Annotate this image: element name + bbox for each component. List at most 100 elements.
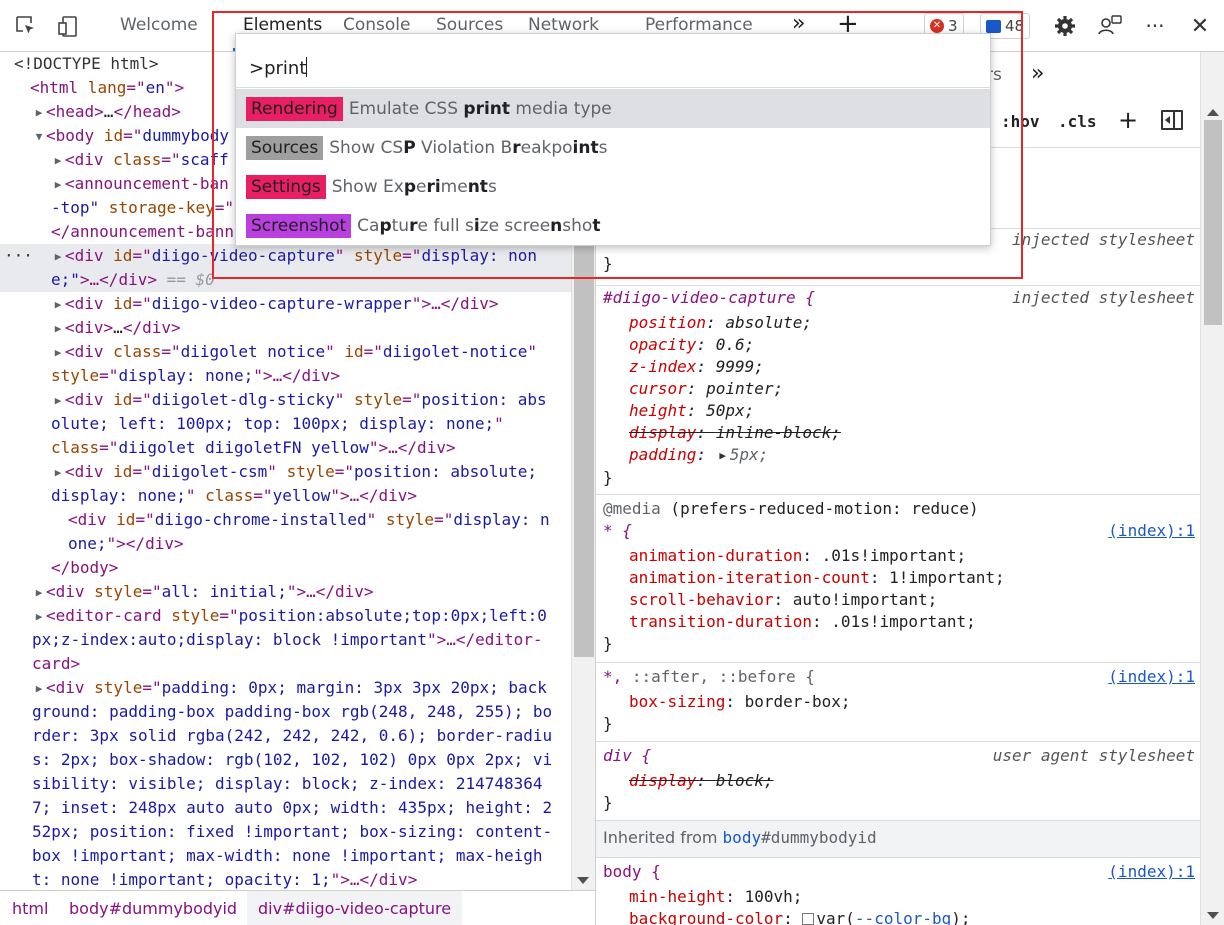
style-declaration[interactable]: height: 50px;	[629, 400, 754, 422]
rule-selector-video-capture[interactable]: #diigo-video-capture {	[603, 287, 815, 309]
tree-selected-node[interactable]: ··· ▶ <div id="diigo-video-capture" style…	[0, 244, 571, 268]
expand-triangle-icon[interactable]: ▶	[51, 341, 65, 365]
style-declaration[interactable]: background-color: var(--color-bg);	[629, 908, 971, 925]
tab-elements[interactable]: Elements	[243, 15, 322, 35]
more-options-icon[interactable]: ···	[1141, 12, 1169, 40]
style-declaration-overridden[interactable]: display: block;	[629, 770, 774, 792]
device-toolbar-icon[interactable]	[55, 12, 83, 40]
rule-close-brace: }	[603, 714, 613, 733]
breadcrumb-div-selected[interactable]: div#diigo-video-capture	[258, 899, 451, 918]
expand-triangle-icon[interactable]: ▶	[51, 317, 65, 341]
rule-selector-universal[interactable]: * {	[603, 520, 632, 542]
close-icon[interactable]: ✕	[1186, 12, 1214, 40]
style-declaration[interactable]: position: absolute;	[629, 312, 812, 334]
styles-scrollbar-thumb[interactable]	[1204, 120, 1222, 325]
style-declaration[interactable]: animation-iteration-count: 1!important;	[629, 567, 1005, 589]
style-declaration[interactable]: animation-duration: .01s!important;	[629, 545, 966, 567]
tree-diigolet-csm-cont: display: none;" class="yellow">…</div>	[51, 486, 418, 505]
style-declaration[interactable]: opacity: 0.6;	[629, 334, 754, 356]
rule-selector-div[interactable]: div {	[603, 745, 651, 767]
rule-source-link[interactable]: (index):1	[1108, 861, 1195, 883]
command-item-label: Capture full size screenshot	[357, 215, 601, 236]
tree-diigolet-sticky-cont: olute; left: 100px; top: 100px; display:…	[51, 414, 504, 433]
message-icon	[986, 19, 1001, 33]
expand-triangle-icon[interactable]: ▶	[51, 149, 65, 173]
tree-diigolet-csm[interactable]: ▶ <div id="diigolet-csm" style="position:…	[51, 460, 571, 484]
expand-triangle-icon[interactable]: ▶	[32, 101, 46, 125]
tree-div-padding-cont: rder: 3px solid rgba(242, 242, 242, 0.6)…	[32, 726, 553, 745]
rule-selector-pseudo[interactable]: *, ::after, ::before {	[603, 666, 815, 688]
styles-scrollbar[interactable]	[1200, 52, 1224, 925]
expand-triangle-icon[interactable]: ▶	[51, 389, 65, 413]
style-declaration[interactable]: z-index: 9999;	[629, 356, 764, 378]
command-item-show-experiments[interactable]: Settings Show Experiments	[236, 167, 990, 206]
command-item-csp-breakpoints[interactable]: Sources Show CSP Violation Breakpoints	[236, 128, 990, 167]
media-query: @media (prefers-reduced-motion: reduce)	[603, 499, 979, 518]
rule-close-brace: }	[603, 254, 613, 273]
rule-source-link[interactable]: (index):1	[1108, 666, 1195, 688]
style-declaration[interactable]: scroll-behavior: auto!important;	[629, 589, 937, 611]
collapse-triangle-icon[interactable]: ▼	[32, 125, 46, 149]
tree-div-padding-cont: ground: padding-box padding-box rgb(248,…	[32, 702, 553, 721]
rule-source-link[interactable]: (index):1	[1108, 520, 1195, 542]
connected-users-icon[interactable]	[1096, 12, 1124, 40]
color-swatch-icon[interactable]	[802, 913, 815, 925]
command-item-capture-screenshot[interactable]: Screenshot Capture full size screenshot	[236, 206, 990, 245]
rule-close-brace: }	[603, 468, 613, 487]
node-actions-icon[interactable]: ···	[4, 244, 33, 268]
breadcrumb-html[interactable]: html	[12, 899, 48, 918]
tab-network[interactable]: Network	[528, 15, 599, 35]
command-category-badge: Rendering	[246, 96, 343, 121]
tab-welcome[interactable]: Welcome	[120, 15, 198, 35]
tree-video-capture-wrapper[interactable]: ▶ <div id="diigo-video-capture-wrapper">……	[51, 292, 571, 316]
scroll-down-arrow-icon[interactable]	[577, 877, 589, 884]
expand-triangle-icon[interactable]: ▶	[32, 677, 46, 701]
style-declaration[interactable]: padding: ▶ 5px;	[629, 444, 768, 466]
rule-selector-body[interactable]: body {	[603, 861, 661, 883]
command-category-badge: Settings	[246, 174, 326, 199]
breadcrumb: html body#dummybodyid div#diigo-video-ca…	[0, 890, 595, 925]
command-item-emulate-print[interactable]: Rendering Emulate CSS print media type	[236, 89, 990, 128]
expand-triangle-icon[interactable]: ▶	[32, 581, 46, 605]
tree-div-empty[interactable]: ▶ <div>…</div>	[51, 316, 571, 340]
breadcrumb-body[interactable]: body#dummybodyid	[69, 899, 237, 918]
style-declaration[interactable]: box-sizing: border-box;	[629, 691, 851, 713]
tab-sources[interactable]: Sources	[436, 15, 503, 35]
expand-triangle-icon[interactable]: ▶	[32, 605, 46, 629]
style-declaration[interactable]: min-height: 100vh;	[629, 886, 802, 908]
tree-diigolet-notice[interactable]: ▶ <div class="diigolet notice" id="diigol…	[51, 340, 571, 364]
tree-div-padding-cont: 52px; position: fixed !important; box-si…	[32, 822, 553, 841]
tree-diigolet-sticky-class: class="diigolet diigoletFN yellow">…</di…	[51, 438, 456, 457]
expand-shorthand-triangle-icon[interactable]: ▶	[716, 445, 730, 467]
scroll-down-arrow-icon[interactable]	[1207, 912, 1219, 919]
tab-performance[interactable]: Performance	[645, 15, 753, 35]
tree-diigolet-sticky[interactable]: ▶ <div id="diigolet-dlg-sticky" style="po…	[51, 388, 571, 412]
tree-div-padding-cont: 7; inset: 248px auto auto 0px; width: 43…	[32, 798, 553, 817]
tree-div-all-initial[interactable]: ▶ <div style="all: initial;">…</div>	[32, 580, 571, 604]
expand-triangle-icon[interactable]: ▶	[51, 461, 65, 485]
style-declaration-overridden[interactable]: display: inline-block;	[629, 422, 841, 444]
command-menu-input[interactable]: >print	[236, 34, 990, 88]
tree-div-padding-cont: sibility: visible; display: block; z-ind…	[32, 774, 543, 793]
tree-div-padding[interactable]: ▶ <div style="padding: 0px; margin: 3px 3…	[32, 676, 571, 700]
tree-diigo-chrome-installed[interactable]: <div id="diigo-chrome-installed" style="…	[68, 508, 571, 532]
style-declaration[interactable]: transition-duration: .01s!important;	[629, 611, 976, 633]
rule-source-injected: injected stylesheet	[1011, 230, 1195, 249]
tree-selected-node-cont[interactable]: e;">…</div> == $0	[0, 268, 571, 292]
inherited-from-header: Inherited from body#dummybodyid	[596, 821, 1200, 857]
command-category-badge: Sources	[246, 135, 324, 160]
tree-editor-card-close: card>	[32, 654, 81, 673]
tree-diigolet-notice-cont: style="display: none;">…</div>	[51, 366, 340, 385]
scroll-up-arrow-icon[interactable]	[1207, 109, 1219, 116]
inspect-element-icon[interactable]	[12, 12, 40, 40]
tree-editor-card[interactable]: ▶ <editor-card style="position:absolute;t…	[32, 604, 571, 628]
tab-console[interactable]: Console	[343, 15, 411, 35]
messages-count: 48	[1005, 17, 1025, 35]
command-category-badge: Screenshot	[246, 213, 352, 238]
style-declaration[interactable]: cursor: pointer;	[629, 378, 783, 400]
inherited-node-link[interactable]: body#dummybodyid	[723, 828, 877, 847]
expand-triangle-icon[interactable]: ▶	[51, 293, 65, 317]
expand-triangle-icon[interactable]: ▶	[51, 173, 65, 197]
settings-gear-icon[interactable]	[1051, 12, 1079, 40]
expand-triangle-icon[interactable]: ▶	[51, 245, 65, 269]
